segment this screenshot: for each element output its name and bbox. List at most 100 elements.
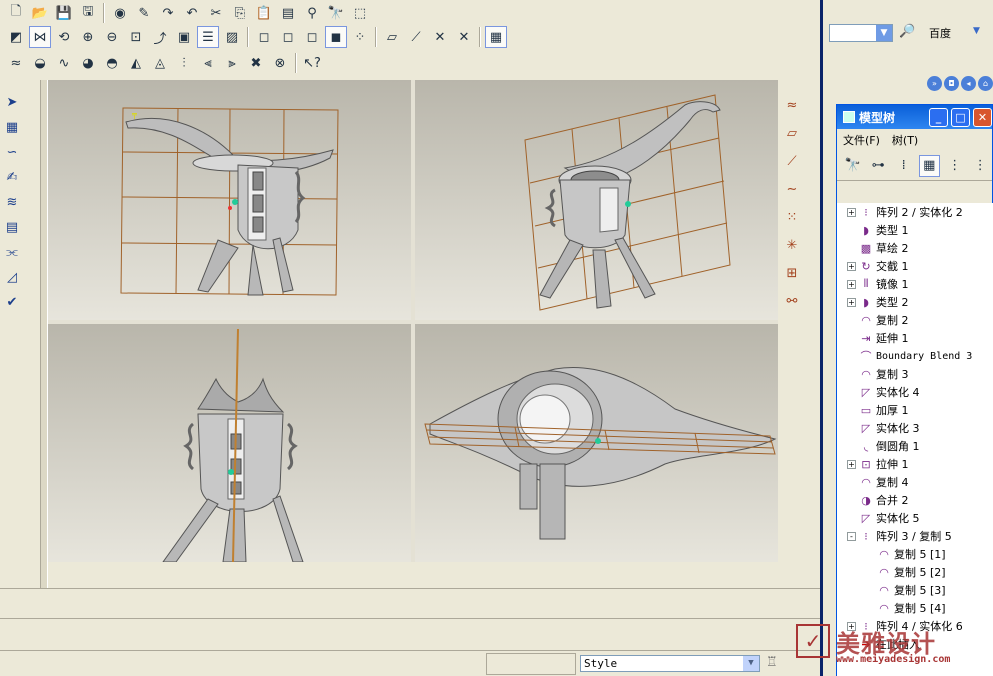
maximize-icon[interactable]: □ [951, 107, 970, 127]
tree-settings-icon[interactable]: ▦ [918, 154, 940, 177]
paste-icon[interactable]: 📋 [253, 2, 275, 24]
delete-all-icon[interactable]: ⊗ [269, 52, 291, 74]
deviation-icon[interactable]: ⫷ [197, 52, 219, 74]
tree-item[interactable]: ◸ 实体化 4 [837, 383, 993, 401]
curve-icon[interactable]: ∽ [1, 141, 23, 163]
whats-this-icon[interactable]: ↖? [301, 52, 323, 74]
tree-item[interactable]: ◑ 合并 2 [837, 491, 993, 509]
select-arrow-icon[interactable]: ➤ [1, 91, 23, 113]
viewport-iso[interactable] [415, 80, 778, 320]
viewport-top[interactable] [415, 324, 778, 562]
plane-icon[interactable]: ▱ [781, 122, 803, 144]
viewport-side[interactable] [48, 324, 411, 562]
go-icon[interactable]: 🔎 [899, 24, 915, 39]
layers-icon[interactable]: ☰ [197, 26, 219, 48]
zoom-out-icon[interactable]: ⊖ [101, 26, 123, 48]
collapse-icon[interactable]: ⋮ [970, 155, 992, 177]
expand-toggle-icon[interactable]: + [847, 279, 856, 289]
tree-item[interactable]: + ↻ 交截 1 [837, 257, 993, 275]
delete-analysis-icon[interactable]: ✖ [245, 52, 267, 74]
menu-tree[interactable]: 树(T) [892, 132, 918, 148]
connect-icon[interactable]: ⫘ [1, 241, 23, 263]
graphics-area[interactable]: ╤ [48, 80, 778, 562]
back-icon[interactable]: ◂ [961, 76, 976, 91]
expand-toggle-icon[interactable]: + [847, 297, 856, 307]
redo-icon[interactable]: ↷ [157, 2, 179, 24]
csys-icon[interactable]: ✳ [781, 234, 803, 256]
cut-icon[interactable]: ✂ [205, 2, 227, 24]
view-icon[interactable]: ◩ [5, 26, 27, 48]
refit-icon[interactable]: ⊡ [125, 26, 147, 48]
annotation-icon[interactable]: ▦ [485, 26, 507, 48]
save-icon[interactable]: 💾 [53, 2, 75, 24]
tree-item[interactable]: ◸ 实体化 3 [837, 419, 993, 437]
tree-item[interactable]: ▭ 加厚 1 [837, 401, 993, 419]
curvature-icon[interactable]: ≈ [5, 52, 27, 74]
trim-icon[interactable]: ◿ [1, 266, 23, 288]
tree-item[interactable]: ◠ 复制 2 [837, 311, 993, 329]
tree-item[interactable]: ◠ 复制 3 [837, 365, 993, 383]
spin-center-icon[interactable]: ⁘ [349, 26, 371, 48]
no-hidden-icon[interactable]: ◻ [301, 26, 323, 48]
cut-analysis-icon[interactable]: ⫸ [221, 52, 243, 74]
regen-icon[interactable]: ◉ [109, 2, 131, 24]
browser-address-input[interactable]: ▼ [829, 24, 893, 42]
draft-icon[interactable]: ◓ [101, 52, 123, 74]
tree-filter-icon[interactable]: ⊶ [868, 155, 890, 177]
reflection-icon[interactable]: ∿ [53, 52, 75, 74]
minimize-icon[interactable]: _ [929, 107, 948, 127]
axis-display-icon[interactable]: ⟋ [405, 26, 427, 48]
select-box-icon[interactable]: ⬚ [349, 2, 371, 24]
close-icon[interactable]: ✕ [973, 107, 992, 127]
forward-icon[interactable]: » [927, 76, 942, 91]
chevron-down-icon[interactable]: ▼ [743, 656, 759, 671]
home-icon[interactable]: ⌂ [978, 76, 993, 91]
hidden-line-icon[interactable]: ◻ [277, 26, 299, 48]
tree-item[interactable]: ◗ 类型 1 [837, 221, 993, 239]
offset-icon[interactable]: ◬ [149, 52, 171, 74]
menu-file[interactable]: 文件(F) [843, 132, 880, 148]
edit-icon[interactable]: ✎ [133, 2, 155, 24]
datum-icon[interactable]: ⋈ [29, 26, 51, 48]
collapse-toggle-icon[interactable]: - [847, 531, 856, 541]
shade-icon[interactable]: ◕ [77, 52, 99, 74]
orient-icon[interactable]: ⟲ [53, 26, 75, 48]
wireframe-icon[interactable]: ◻ [253, 26, 275, 48]
expand-toggle-icon[interactable]: + [847, 207, 856, 217]
splitter[interactable] [40, 80, 48, 590]
viewport-front[interactable]: ╤ [48, 80, 411, 320]
search-engine-label[interactable]: 百度 [929, 25, 951, 41]
chevron-down-icon[interactable]: ▼ [973, 26, 980, 36]
expand-toggle-icon[interactable]: + [847, 261, 856, 271]
model-player-icon[interactable]: ⚲ [301, 2, 323, 24]
shading-icon[interactable]: ◼ [325, 26, 347, 48]
tree-item[interactable]: ▩ 草绘 2 [837, 239, 993, 257]
curve-feature-icon[interactable]: ∼ [781, 178, 803, 200]
paste-special-icon[interactable]: ▤ [277, 2, 299, 24]
tree-item[interactable]: ◠ 复制 4 [837, 473, 993, 491]
boundary-surface-icon[interactable]: ▤ [1, 216, 23, 238]
named-view-icon[interactable]: ▣ [173, 26, 195, 48]
stop-icon[interactable]: ◘ [944, 76, 959, 91]
point-display-icon[interactable]: ✕ [429, 26, 451, 48]
tree-item[interactable]: ◠ 复制 5 [2] [837, 563, 993, 581]
grid-icon[interactable]: ▦ [1, 116, 23, 138]
tree-item[interactable]: ◸ 实体化 5 [837, 509, 993, 527]
open-icon[interactable]: 📂 [29, 2, 51, 24]
tree-item[interactable]: + ⁝ 阵列 2 / 实体化 2 [837, 203, 993, 221]
saveas-icon[interactable]: 🖫 [77, 2, 99, 24]
tree-item[interactable]: ◠ 复制 5 [4] [837, 599, 993, 617]
tree-item[interactable]: ◟ 倒圆角 1 [837, 437, 993, 455]
appearance-icon[interactable]: ▨ [221, 26, 243, 48]
tree-item[interactable]: ⌒ Boundary Blend 3 [837, 347, 993, 365]
tree-item[interactable]: + ⊡ 拉伸 1 [837, 455, 993, 473]
surface-icon[interactable]: ≋ [1, 191, 23, 213]
find-icon[interactable]: 🔭 [325, 2, 347, 24]
slope-icon[interactable]: ◭ [125, 52, 147, 74]
selection-filter[interactable]: Style ▼ [580, 655, 760, 672]
zoom-in-icon[interactable]: ⊕ [77, 26, 99, 48]
new-icon[interactable]: 🗋 [5, 2, 27, 24]
style-surface-icon[interactable]: ≈ [781, 94, 803, 116]
tree-item[interactable]: ⇥ 延伸 1 [837, 329, 993, 347]
csys-display-icon[interactable]: ✕ [453, 26, 475, 48]
